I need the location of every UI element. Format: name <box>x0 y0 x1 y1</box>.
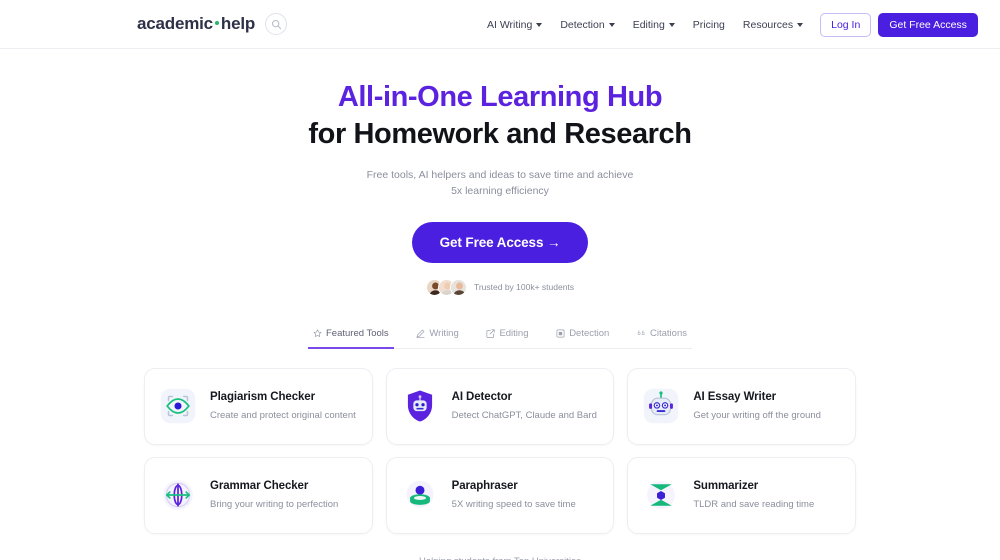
nav-label: Detection <box>560 18 605 31</box>
detection-square-icon <box>556 329 565 338</box>
card-title: Summarizer <box>693 480 759 493</box>
nav-item-resources[interactable]: Resources <box>734 19 812 31</box>
card-description: Detect ChatGPT, Claude and Bard <box>451 410 597 422</box>
tab-label: Writing <box>429 327 459 339</box>
grammar-lens-icon <box>163 480 193 510</box>
edit-square-icon <box>486 329 496 338</box>
card-description: Create and protect original content <box>210 410 356 422</box>
pencil-icon <box>416 329 425 338</box>
search-button[interactable] <box>265 13 288 35</box>
nav-item-detection[interactable]: Detection <box>551 19 623 31</box>
header-get-free-access-button[interactable]: Get Free Access <box>878 12 978 37</box>
card-description: Bring your writing to perfection <box>210 499 339 511</box>
eye-scan-icon <box>160 388 196 424</box>
tab-label: Featured Tools <box>326 327 389 339</box>
card-description: 5X writing speed to save time <box>451 499 576 511</box>
card-title: AI Detector <box>451 391 512 404</box>
logo[interactable]: academic help <box>137 13 288 35</box>
tab-label: Citations <box>650 327 687 339</box>
hero-get-free-access-button[interactable]: Get Free Access → <box>411 221 589 263</box>
card-description: Get your writing off the ground <box>693 410 821 422</box>
card-title: Grammar Checker <box>210 480 309 493</box>
nav-label: AI Writing <box>487 18 533 31</box>
logo-text: academic help <box>137 14 255 34</box>
hero-subtitle-line1: Free tools, AI helpers and ideas to save… <box>366 169 634 182</box>
summarize-compress-icon <box>647 481 676 510</box>
nav-label: Editing <box>632 18 665 31</box>
card-text: AI Essay Writer Get your writing off the… <box>693 390 821 422</box>
avatar <box>449 278 467 296</box>
tab-editing[interactable]: Editing <box>481 322 533 349</box>
chevron-down-icon <box>608 22 615 27</box>
tab-label: Editing <box>499 327 529 339</box>
tool-card-grid: Plagiarism Checker Create and protect or… <box>144 367 856 534</box>
card-text: Summarizer TLDR and save reading time <box>693 479 814 511</box>
tool-card-grammar-checker[interactable]: Grammar Checker Bring your writing to pe… <box>144 456 373 534</box>
card-title: AI Essay Writer <box>693 391 776 404</box>
chevron-down-icon <box>668 22 675 27</box>
logo-text-part2: help <box>220 14 256 33</box>
site-header: academic help AI Writing Detection Editin… <box>0 0 1000 49</box>
chevron-down-icon <box>797 22 804 27</box>
nav-item-editing[interactable]: Editing <box>624 19 684 31</box>
footnote-text: Helping students from Top Universities <box>0 556 1000 560</box>
tool-category-tabs: Featured Tools Writing Editing Detection… <box>308 322 692 349</box>
main-navigation: AI Writing Detection Editing Pricing Res… <box>478 0 978 49</box>
card-text: Paraphraser 5X writing speed to save tim… <box>452 479 576 511</box>
tab-label: Detection <box>569 327 610 339</box>
tab-detection[interactable]: Detection <box>551 322 614 349</box>
trust-badge: Trusted by 100k+ students <box>0 278 1000 296</box>
shield-robot-icon <box>407 390 432 422</box>
login-button[interactable]: Log In <box>820 12 872 37</box>
hero-section: All-in-One Learning Hub for Homework and… <box>0 49 1000 296</box>
chevron-down-icon <box>536 22 543 27</box>
tool-card-ai-detector[interactable]: AI Detector Detect ChatGPT, Claude and B… <box>385 367 615 445</box>
robot-head-icon <box>644 388 679 424</box>
tool-card-ai-essay-writer[interactable]: AI Essay Writer Get your writing off the… <box>627 367 856 445</box>
quote-icon <box>637 330 645 335</box>
tool-card-paraphraser[interactable]: Paraphraser 5X writing speed to save tim… <box>385 456 615 534</box>
page-title-line1: All-in-One Learning Hub <box>337 81 663 113</box>
card-text: AI Detector Detect ChatGPT, Claude and B… <box>452 390 597 422</box>
tool-card-plagiarism-checker[interactable]: Plagiarism Checker Create and protect or… <box>144 367 373 445</box>
trust-text: Trusted by 100k+ students <box>473 282 575 293</box>
nav-label: Resources <box>742 18 794 31</box>
hero-subtitle: Free tools, AI helpers and ideas to save… <box>0 167 1000 200</box>
avatar-group <box>425 278 467 296</box>
hero-subtitle-line2: 5x learning efficiency <box>451 185 549 198</box>
tab-citations[interactable]: Citations <box>632 322 692 349</box>
nav-item-ai-writing[interactable]: AI Writing <box>478 19 551 31</box>
page-title-line2: for Homework and Research <box>308 118 692 151</box>
card-text: Plagiarism Checker Create and protect or… <box>210 390 356 422</box>
tab-featured-tools[interactable]: Featured Tools <box>308 322 394 349</box>
paraphrase-ball-icon <box>406 481 434 508</box>
search-icon <box>271 19 281 29</box>
nav-label: Pricing <box>692 18 725 31</box>
logo-text-part1: academic <box>137 14 213 33</box>
tab-writing[interactable]: Writing <box>411 322 463 349</box>
tool-card-summarizer[interactable]: Summarizer TLDR and save reading time <box>627 456 856 534</box>
card-title: Plagiarism Checker <box>210 391 315 404</box>
card-text: Grammar Checker Bring your writing to pe… <box>210 479 338 511</box>
nav-item-pricing[interactable]: Pricing <box>684 19 734 31</box>
card-description: TLDR and save reading time <box>693 499 815 511</box>
star-icon <box>313 329 322 337</box>
logo-dot-icon <box>214 21 219 26</box>
card-title: Paraphraser <box>451 480 518 493</box>
